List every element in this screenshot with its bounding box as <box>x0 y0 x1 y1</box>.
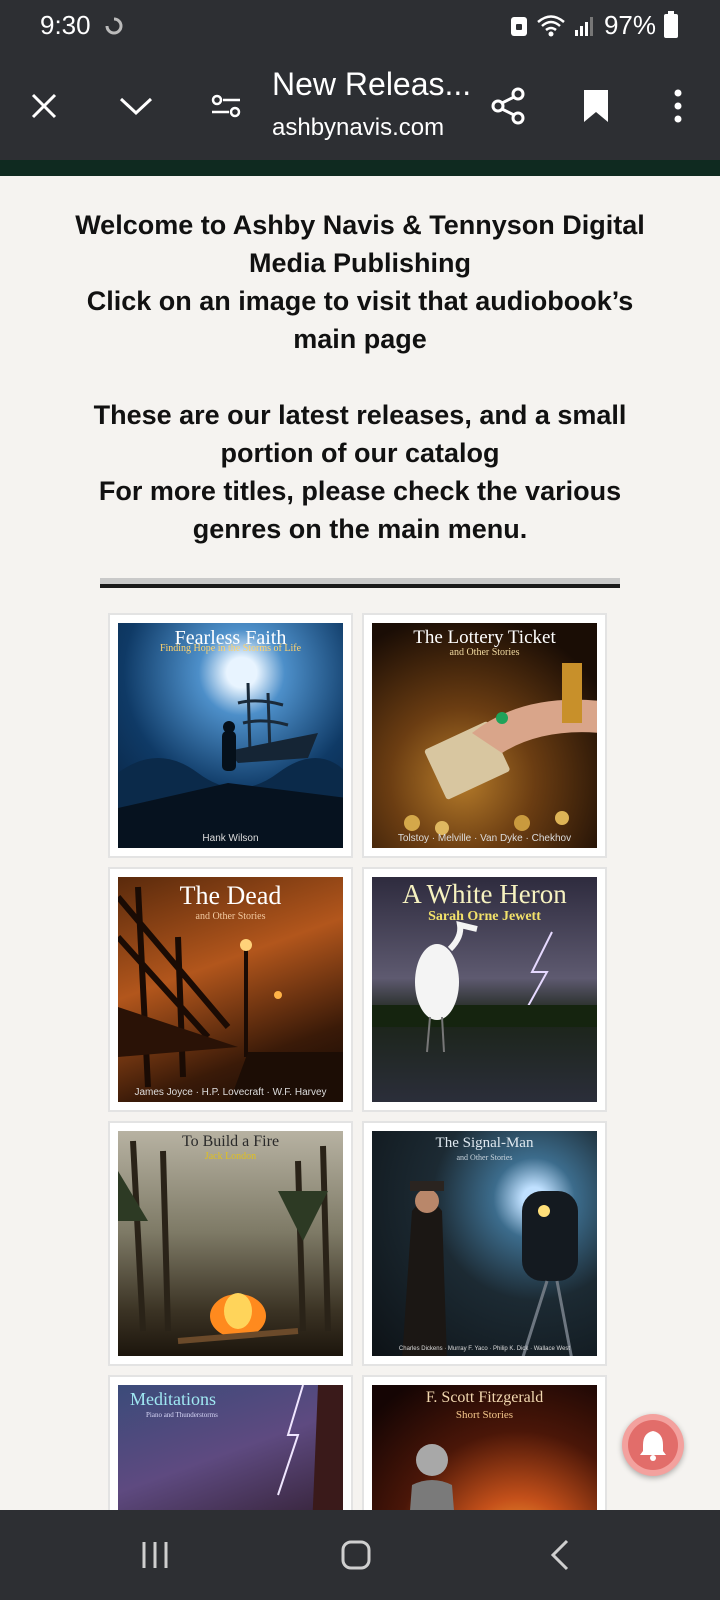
minimize-button[interactable] <box>112 82 160 130</box>
battery-level: 97% <box>603 10 656 40</box>
battery-icon <box>664 10 678 38</box>
lock-badge-icon <box>510 16 527 36</box>
book-author: Charles Dickens · Murray F. Yaco · Phili… <box>398 1346 571 1352</box>
book-card-fitzgerald[interactable]: F. Scott Fitzgerald Short Stories <box>362 1375 607 1510</box>
ticket-and-coins-icon <box>404 663 597 835</box>
book-card-the-dead[interactable]: The Dead and Other Stories James Joyce ·… <box>108 867 353 1112</box>
notification-bell-icon <box>640 1431 666 1461</box>
bookmark-button[interactable] <box>572 82 620 130</box>
book-card-meditations[interactable]: Meditations Piano and Thunderstorms <box>108 1375 353 1510</box>
home-icon <box>341 1540 371 1570</box>
intro-text: Welcome to Ashby Navis & Tennyson Digita… <box>60 206 660 548</box>
book-author: Hank Wilson <box>202 833 259 844</box>
book-author: Tolstoy · Melville · Van Dyke · Chekhov <box>397 833 572 844</box>
book-card-signal-man[interactable]: The Signal-Man and Other Stories Charles… <box>362 1121 607 1366</box>
genres-text: For more titles, please check the variou… <box>98 476 622 544</box>
more-icon <box>674 89 682 123</box>
page-settings-icon <box>211 94 241 118</box>
share-button[interactable] <box>484 82 532 130</box>
signal-icon <box>574 16 593 36</box>
browser-toolbar: New Releas... ashbynavis.com <box>0 52 720 160</box>
recents-button[interactable] <box>125 1530 185 1580</box>
heron-lightning-icon <box>372 921 597 1053</box>
back-button[interactable] <box>530 1530 590 1580</box>
page-settings-button[interactable] <box>202 82 250 130</box>
book-cover[interactable]: The Dead and Other Stories James Joyce ·… <box>118 877 343 1102</box>
book-cover[interactable]: F. Scott Fitzgerald Short Stories <box>372 1385 597 1510</box>
forest-campfire-icon <box>118 1140 331 1344</box>
welcome-heading: Welcome to Ashby Navis & Tennyson Digita… <box>75 210 645 278</box>
chevron-down-icon <box>119 97 153 116</box>
notification-button-inner <box>628 1420 678 1470</box>
share-icon <box>491 87 525 125</box>
back-icon <box>550 1539 569 1571</box>
book-cover[interactable]: Fearless Faith Finding Hope in the Storm… <box>118 623 343 848</box>
status-bar: 9:30 97% <box>0 0 720 52</box>
book-card-to-build-a-fire[interactable]: To Build a Fire Jack London <box>108 1121 353 1366</box>
page-content: Welcome to Ashby Navis & Tennyson Digita… <box>0 176 720 1510</box>
more-options-button[interactable] <box>654 82 702 130</box>
releases-text: These are our latest releases, and a sma… <box>93 400 627 468</box>
book-cover[interactable]: Meditations Piano and Thunderstorms <box>118 1385 343 1510</box>
status-time: 9:30 <box>40 10 91 40</box>
bridge-lamp-icon <box>118 886 343 1102</box>
home-button[interactable] <box>326 1530 386 1580</box>
book-card-fearless-faith[interactable]: Fearless Faith Finding Hope in the Storm… <box>108 613 353 858</box>
book-card-white-heron[interactable]: A White Heron Sarah Orne Jewett <box>362 867 607 1112</box>
book-cover[interactable]: The Lottery Ticket and Other Stories Tol… <box>372 623 597 848</box>
recents-icon <box>142 1542 168 1568</box>
status-indicators: 97% <box>510 10 678 41</box>
wifi-icon <box>537 14 565 36</box>
book-cover[interactable]: To Build a Fire Jack London <box>118 1131 343 1356</box>
book-cover[interactable]: A White Heron Sarah Orne Jewett <box>372 877 597 1102</box>
site-header-strip <box>0 160 720 176</box>
bookmark-icon <box>584 90 608 122</box>
system-nav-bar <box>0 1510 720 1600</box>
instruction-text: Click on an image to visit that audioboo… <box>86 286 634 354</box>
page-title[interactable]: New Releas... <box>272 66 471 103</box>
book-author: James Joyce · H.P. Lovecraft · W.F. Harv… <box>134 1087 327 1098</box>
notification-button[interactable] <box>622 1414 684 1476</box>
portrait-bust-icon <box>410 1444 454 1510</box>
page-url[interactable]: ashbynavis.com <box>272 114 444 142</box>
book-card-lottery-ticket[interactable]: The Lottery Ticket and Other Stories Tol… <box>362 613 607 858</box>
close-icon <box>31 93 57 119</box>
sync-icon <box>105 17 123 35</box>
divider <box>100 578 620 588</box>
signalman-train-icon <box>402 1181 578 1356</box>
book-cover[interactable]: The Signal-Man and Other Stories Charles… <box>372 1131 597 1356</box>
close-button[interactable] <box>20 82 68 130</box>
ship-silhouette-icon <box>118 682 343 848</box>
lightning-cliff-icon <box>277 1385 343 1510</box>
